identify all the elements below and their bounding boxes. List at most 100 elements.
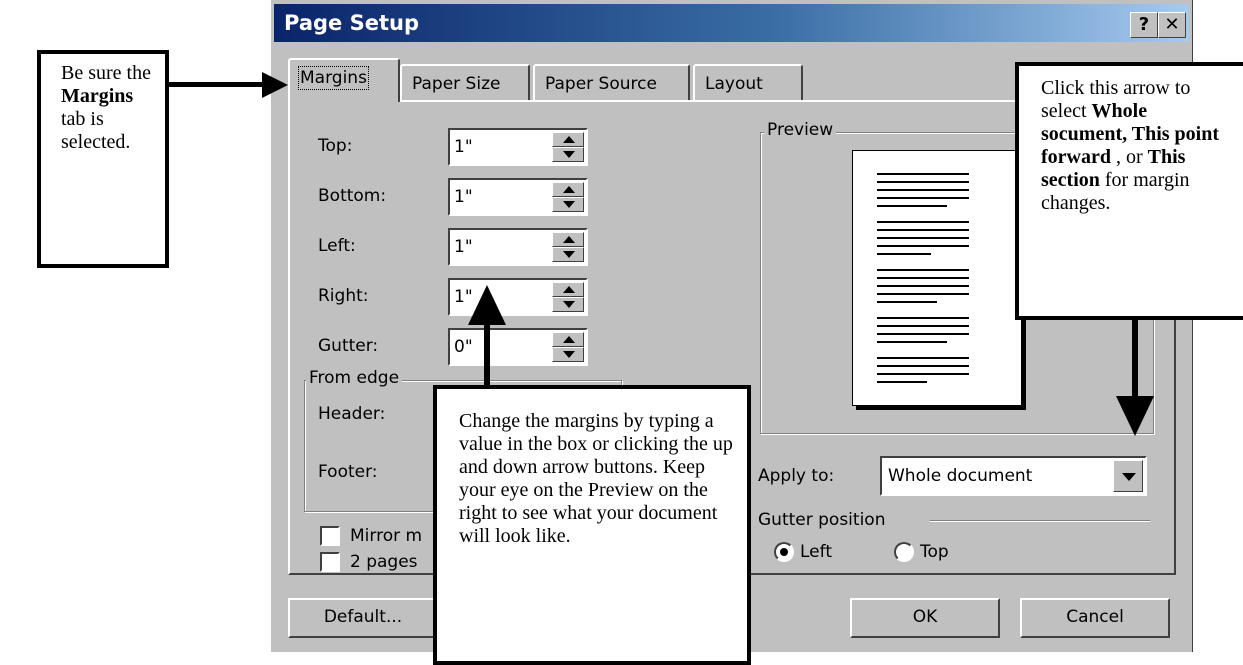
dialog-title: Page Setup [284,11,419,35]
preview-text-line [877,341,947,343]
left-up-button[interactable] [552,232,584,247]
change-margins-callout: Change the margins by typing a value in … [433,385,751,665]
down-arrow-icon [1116,396,1154,436]
gutter-value[interactable]: 0" [454,337,473,357]
apply-to-dropdown-button[interactable] [1113,460,1143,492]
mirror-margins-label: Mirror m [350,526,423,546]
preview-text-line [877,181,969,183]
ok-button[interactable]: OK [850,598,1000,638]
tab-layout-label: Layout [705,74,763,94]
arrow-up-icon [563,186,575,193]
right-down-button[interactable] [552,297,584,312]
arrow-up-icon [563,136,575,143]
tab-paper-source[interactable]: Paper Source [533,64,690,100]
arrow-down-icon [563,251,575,258]
preview-text-line [877,229,969,231]
callout-text: , or [1110,146,1148,168]
arrow-up-icon [563,286,575,293]
preview-text-line [877,373,969,375]
preview-text-line [877,293,969,295]
arrow-down-icon [563,351,575,358]
footer-label: Footer: [318,462,378,482]
top-spinbox[interactable]: 1" [448,128,588,166]
tab-paper-size[interactable]: Paper Size [400,64,530,100]
default-button[interactable]: Default... [288,598,438,638]
callout-text: Change the margins by typing a value in … [459,410,733,547]
preview-text-line [877,173,969,175]
preview-text-line [877,325,969,327]
preview-text-line [877,381,927,383]
preview-text-line [877,301,937,303]
preview-label: Preview [764,120,837,140]
arrow-down-icon [563,301,575,308]
gutter-up-button[interactable] [552,332,584,347]
tab-margins[interactable]: Margins [288,58,400,102]
top-down-button[interactable] [552,147,584,162]
callout-arrow-line [484,320,490,387]
gutter-left-radio[interactable] [774,542,794,562]
gutter-top-radio[interactable] [894,542,914,562]
callout-bold-text: Margins [61,85,134,107]
arrow-up-icon [563,236,575,243]
mirror-margins-checkbox[interactable] [320,526,340,546]
tab-margins-label: Margins [298,66,369,90]
apply-arrow-callout: Click this arrow to select Whole socumen… [1015,62,1243,320]
gutter-top-label: Top [920,542,949,562]
preview-text-line [877,221,969,223]
gutter-position-divider [930,520,1150,521]
preview-text-line [877,357,969,359]
gutter-down-button[interactable] [552,347,584,362]
bottom-down-button[interactable] [552,197,584,212]
preview-text-line [877,237,969,239]
bottom-up-button[interactable] [552,182,584,197]
tab-paper-source-label: Paper Source [545,74,657,94]
bottom-label: Bottom: [318,186,387,206]
preview-text-line [877,189,969,191]
preview-text-line [877,317,969,319]
close-button[interactable]: ✕ [1158,12,1186,38]
arrow-down-icon [563,151,575,158]
two-pages-label: 2 pages [350,552,418,572]
preview-text-line [877,285,969,287]
left-down-button[interactable] [552,247,584,262]
bottom-spinbox[interactable]: 1" [448,178,588,216]
preview-text-line [877,253,931,255]
apply-to-dropdown[interactable]: Whole document [880,456,1147,496]
preview-page [852,150,1022,406]
cancel-button[interactable]: Cancel [1020,598,1170,638]
chevron-down-icon [1122,473,1136,481]
callout-arrow-line [1132,320,1138,398]
gutter-label: Gutter: [318,336,379,356]
top-label: Top: [318,136,353,156]
bottom-value[interactable]: 1" [454,187,473,207]
preview-text-line [877,245,969,247]
margins-tab-callout: Be sure the Margins tab is selected. [37,50,169,268]
from-edge-label: From edge [306,368,403,388]
help-button[interactable]: ? [1130,12,1158,38]
top-value[interactable]: 1" [454,137,473,157]
gutter-position-label: Gutter position [758,510,886,530]
left-value[interactable]: 1" [454,237,473,257]
right-up-button[interactable] [552,282,584,297]
two-pages-checkbox[interactable] [320,552,340,572]
callout-text: Be sure the [61,62,151,84]
left-spinbox[interactable]: 1" [448,228,588,266]
preview-text-line [877,197,969,199]
tab-layout[interactable]: Layout [693,64,803,100]
gutter-left-label: Left [800,542,832,562]
preview-text-line [877,365,969,367]
preview-text-line [877,333,969,335]
arrow-down-icon [563,201,575,208]
apply-to-value: Whole document [888,466,1033,486]
callout-text: tab is selected. [61,108,131,153]
close-icon: ✕ [1164,14,1180,35]
gutter-spinbox[interactable]: 0" [448,328,588,366]
right-label: Right: [318,286,369,306]
tab-paper-size-label: Paper Size [412,74,501,94]
right-arrow-icon [262,72,288,98]
title-bar: Page Setup ? ✕ [274,4,1189,42]
top-up-button[interactable] [552,132,584,147]
arrow-up-icon [563,336,575,343]
left-label: Left: [318,236,356,256]
preview-text-line [877,269,969,271]
